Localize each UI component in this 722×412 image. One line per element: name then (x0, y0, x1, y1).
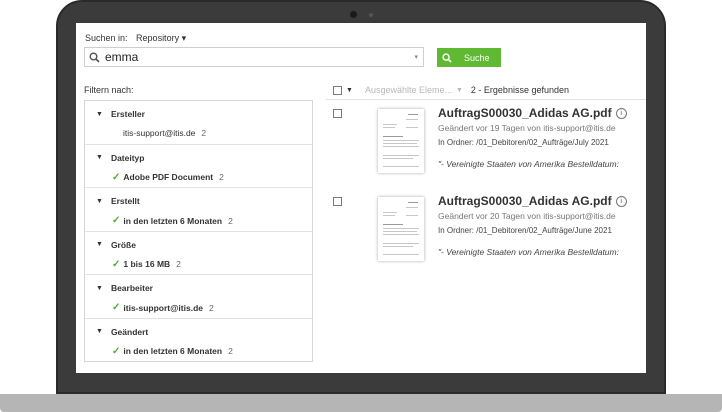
filter-group-ersteller: ▼ Ersteller itis-support@itis.de 2 (85, 101, 312, 145)
collapse-triangle-icon[interactable]: ▼ (96, 154, 103, 161)
filter-option-label[interactable]: in den letzten 6 Monaten (123, 346, 222, 356)
document-thumbnail[interactable] (378, 197, 424, 261)
check-icon: ✓ (112, 302, 121, 313)
result-title[interactable]: AuftragS00030_Adidas AG.pdf i (438, 194, 627, 208)
selected-items-menu[interactable]: Ausgewählte Eleme... (365, 85, 452, 95)
search-scope-row: Suchen in: Repository ▾ (85, 33, 186, 44)
result-title-text[interactable]: AuftragS00030_Adidas AG.pdf (438, 194, 612, 208)
filter-option-label[interactable]: Adobe PDF Document (123, 172, 213, 182)
selected-items-chevron-icon[interactable]: ▼ (456, 87, 463, 94)
collapse-triangle-icon[interactable]: ▼ (96, 285, 103, 292)
filter-group-header[interactable]: ▼ Bearbeiter (96, 283, 153, 293)
filter-group-name: Dateityp (110, 152, 145, 163)
filter-option-count: 2 (219, 172, 224, 182)
filter-option[interactable]: ✓ itis-support@itis.de 2 (112, 302, 214, 313)
search-label: Suchen in: (85, 33, 128, 43)
filter-group-name: Ersteller (110, 109, 145, 119)
result-count: 2 - Ergebnisse gefunden (470, 85, 569, 95)
filter-option-count: 2 (228, 346, 233, 356)
filter-group-header[interactable]: ▼ Ersteller (96, 109, 145, 119)
filter-group-header[interactable]: ▼ Erstellt (96, 196, 140, 206)
filter-option-label[interactable]: in den letzten 6 Monaten (123, 216, 222, 226)
filter-option-count: 2 (176, 259, 181, 269)
result-item: AuftragS00030_Adidas AG.pdf i Geändert vo… (326, 103, 646, 193)
laptop-base (0, 394, 722, 412)
filter-group-erstellt: ▼ Erstellt ✓ in den letzten 6 Monaten 2 (85, 188, 312, 232)
search-input-value[interactable]: emma (105, 50, 414, 64)
filter-group-groesse: ▼ Größe ✓ 1 bis 16 MB 2 (85, 232, 312, 275)
select-all-checkbox[interactable] (333, 85, 342, 95)
result-snippet: "- Vereinigte Staaten von Amerika Bestel… (438, 159, 619, 169)
filter-option[interactable]: ✓ 1 bis 16 MB 2 (112, 259, 181, 270)
check-icon: ✓ (112, 171, 121, 183)
search-button[interactable]: Suche (437, 48, 501, 67)
camera-icon (350, 11, 357, 18)
filter-option-count: 2 (201, 128, 207, 138)
search-button-label: Suche (464, 52, 490, 63)
info-icon[interactable]: i (615, 195, 627, 207)
search-scope-dropdown[interactable]: Repository ▾ (136, 33, 186, 43)
result-snippet: "- Vereinigte Staaten von Amerika Bestel… (438, 247, 619, 257)
check-icon: ✓ (112, 215, 121, 226)
filter-group-name: Erstellt (110, 196, 140, 206)
camera-light-icon (369, 13, 373, 17)
filter-option[interactable]: ✓ in den letzten 6 Monaten 2 (112, 346, 233, 357)
app-screen: Suchen in: Repository ▾ emma ▾ Suche Fil… (76, 23, 646, 373)
info-icon[interactable]: i (615, 107, 627, 119)
result-title[interactable]: AuftragS00030_Adidas AG.pdf i (438, 106, 627, 120)
filter-title: Filtern nach: (84, 85, 134, 95)
filter-group-bearbeiter: ▼ Bearbeiter ✓ itis-support@itis.de 2 (85, 275, 312, 319)
collapse-triangle-icon[interactable]: ▼ (96, 241, 103, 248)
filter-group-dateityp: ▼ Dateityp ✓ Adobe PDF Document 2 (85, 145, 312, 188)
chevron-down-icon[interactable]: ▾ (414, 53, 418, 61)
result-meta: Geändert vor 19 Tagen von itis-support@i… (438, 123, 616, 133)
filter-option-count: 2 (228, 215, 233, 226)
filter-group-header[interactable]: ▼ Größe (96, 240, 136, 250)
search-input[interactable]: emma ▾ (84, 47, 424, 67)
filter-option[interactable]: ✓ Adobe PDF Document 2 (112, 172, 224, 183)
filter-group-name: Geändert (110, 326, 149, 337)
result-meta: Geändert vor 20 Tagen von itis-support@i… (438, 211, 616, 221)
check-icon: ✓ (112, 258, 121, 270)
filter-panel: ▼ Ersteller itis-support@itis.de 2 ▼ Dateit… (84, 100, 313, 362)
filter-option[interactable]: ✓ in den letzten 6 Monaten 2 (112, 215, 233, 226)
document-thumbnail[interactable] (378, 109, 424, 173)
results-toolbar: ▼ Ausgewählte Eleme... ▼ 2 - Ergebnisse … (326, 81, 646, 100)
collapse-triangle-icon[interactable]: ▼ (96, 328, 103, 335)
filter-group-name: Bearbeiter (110, 283, 153, 293)
filter-group-header[interactable]: ▼ Geändert (96, 327, 148, 337)
filter-option-label[interactable]: itis-support@itis.de (123, 303, 203, 313)
search-icon (85, 48, 103, 66)
result-title-text[interactable]: AuftragS00030_Adidas AG.pdf (438, 106, 612, 120)
filter-group-geaendert: ▼ Geändert ✓ in den letzten 6 Monaten 2 (85, 319, 312, 363)
filter-option-label[interactable]: itis-support@itis.de (123, 128, 195, 138)
filter-option[interactable]: itis-support@itis.de 2 (112, 128, 206, 138)
check-icon: ✓ (112, 345, 121, 357)
select-menu-chevron-icon[interactable]: ▼ (346, 87, 353, 94)
filter-option-count: 2 (209, 302, 214, 313)
result-checkbox[interactable] (333, 197, 342, 206)
filter-group-name: Größe (110, 239, 136, 250)
collapse-triangle-icon[interactable]: ▼ (96, 111, 103, 118)
filter-option-label[interactable]: 1 bis 16 MB (123, 259, 170, 269)
result-checkbox[interactable] (333, 109, 342, 118)
collapse-triangle-icon[interactable]: ▼ (96, 198, 103, 205)
result-item: AuftragS00030_Adidas AG.pdf i Geändert vo… (326, 191, 646, 281)
search-icon (442, 52, 452, 63)
result-folder[interactable]: In Ordner: /01_Debitoren/02_Aufträge/Jun… (438, 226, 612, 235)
filter-group-header[interactable]: ▼ Dateityp (96, 153, 144, 163)
result-folder[interactable]: In Ordner: /01_Debitoren/02_Aufträge/Jul… (438, 138, 609, 147)
